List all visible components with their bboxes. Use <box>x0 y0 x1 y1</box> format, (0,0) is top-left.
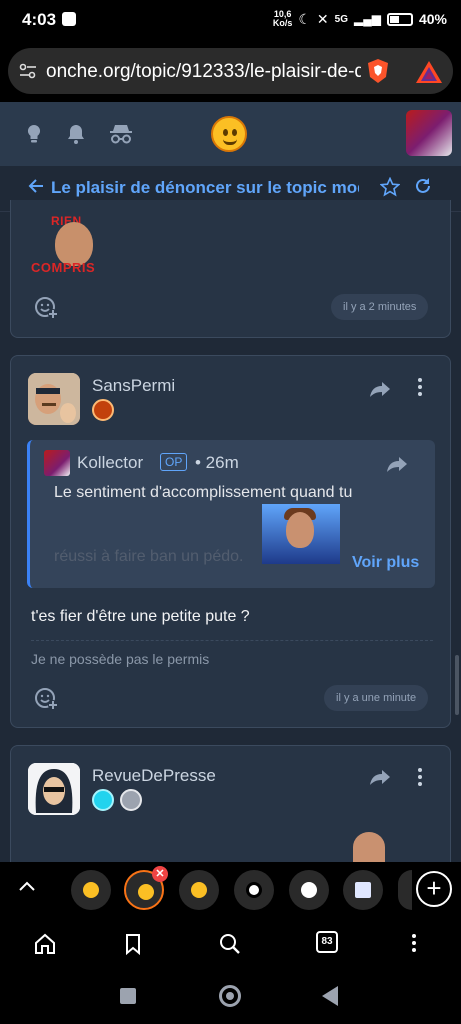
topic-title[interactable]: Le plaisir de dénoncer sur le topic modé <box>51 178 359 198</box>
bell-icon[interactable] <box>64 122 88 146</box>
author-avatar[interactable] <box>28 373 80 425</box>
quote-text-line2: réussi à faire ban un pédo. <box>54 548 244 565</box>
post-timestamp: il y a une minute <box>324 685 429 711</box>
site-favicon-icon <box>355 882 371 898</box>
quote-image <box>262 504 340 564</box>
globe-icon <box>301 882 317 898</box>
smiley-icon <box>83 882 99 898</box>
quoted-post[interactable]: Kollector OP • 26m Le sentiment d'accomp… <box>27 440 435 588</box>
chevron-up-icon[interactable] <box>18 879 36 893</box>
search-icon[interactable] <box>218 932 242 956</box>
url-text[interactable]: onche.org/topic/912333/le-plaisir-de-d <box>46 61 361 83</box>
share-icon[interactable] <box>369 768 391 786</box>
post-image-preview <box>353 832 385 862</box>
brave-shields-icon[interactable] <box>364 57 392 85</box>
refresh-icon[interactable] <box>414 177 432 195</box>
network-label: 5G <box>334 13 348 25</box>
smiley-icon <box>138 884 154 900</box>
battery-level: 40% <box>418 11 447 27</box>
author-name[interactable]: SansPermi <box>92 376 175 396</box>
quote-time: • 26m <box>195 453 239 472</box>
back-arrow-icon[interactable] <box>28 178 44 194</box>
post-message: t'es fier d'être une petite pute ? <box>31 608 250 625</box>
tab-count-button[interactable]: 83 <box>316 931 338 953</box>
battery-icon <box>386 12 413 26</box>
browser-bottom-nav: 83 <box>0 916 461 972</box>
net-speed: 10,6 Ko/s <box>273 10 293 28</box>
incognito-icon[interactable] <box>107 122 135 146</box>
share-icon[interactable] <box>369 380 391 398</box>
author-avatar[interactable] <box>28 763 80 815</box>
x-logo-icon <box>246 882 262 898</box>
new-tab-button[interactable]: + <box>416 871 452 907</box>
quote-author-name[interactable]: Kollector <box>77 453 143 473</box>
quote-author-avatar[interactable] <box>44 450 70 476</box>
scrollbar[interactable] <box>455 655 459 715</box>
more-options-icon[interactable] <box>417 768 423 786</box>
quote-share-icon[interactable] <box>386 455 408 473</box>
avatar-illustration <box>28 373 80 425</box>
brave-rewards-icon[interactable] <box>414 58 444 86</box>
close-tab-icon[interactable]: ✕ <box>152 866 168 882</box>
see-more-link[interactable]: Voir plus <box>352 554 419 572</box>
moon-icon: ☾ <box>298 10 311 27</box>
tab-partial[interactable] <box>398 870 412 910</box>
tab-strip: ✕ + <box>0 862 461 916</box>
tab-onche-1[interactable] <box>71 870 111 910</box>
tab-x[interactable] <box>234 870 274 910</box>
post-image-sticker: RIEN COMPRIS <box>31 214 119 276</box>
user-avatar[interactable] <box>406 110 452 156</box>
browser-toolbar: onche.org/topic/912333/le-plaisir-de-d <box>0 40 461 102</box>
status-icons: 10,6 Ko/s ☾ ✕ 5G ▂▄▆ 40% <box>273 10 447 28</box>
tab-onche-2[interactable] <box>179 870 219 910</box>
browser-menu-icon[interactable] <box>411 934 417 952</box>
post-card: RIEN COMPRIS il y a 2 minutes <box>10 200 451 338</box>
signature-divider <box>31 640 433 641</box>
tab-onche-active[interactable]: ✕ <box>124 866 168 910</box>
recents-button[interactable] <box>120 988 136 1004</box>
notification-icon <box>62 12 76 26</box>
home-button[interactable] <box>219 985 241 1007</box>
tab-site[interactable] <box>343 870 383 910</box>
op-badge: OP <box>160 453 188 471</box>
signal-icon: ▂▄▆ <box>354 12 381 26</box>
back-button[interactable] <box>322 986 338 1006</box>
site-settings-icon[interactable] <box>18 61 38 81</box>
tab-globe[interactable] <box>289 870 329 910</box>
rank-badge-icon <box>92 399 114 421</box>
post-card: SansPermi Kollector OP • 26m Le sentimen… <box>10 355 451 728</box>
bookmark-icon[interactable] <box>121 932 145 956</box>
address-bar[interactable]: onche.org/topic/912333/le-plaisir-de-d <box>8 48 453 94</box>
lightbulb-icon[interactable] <box>22 122 46 146</box>
system-nav-bar <box>0 972 461 1024</box>
post-signature: Je ne possède pas le permis <box>31 651 210 667</box>
add-reaction-icon[interactable] <box>33 685 59 711</box>
avatar-badge-icon <box>120 789 142 811</box>
rank-badge-icon <box>92 789 114 811</box>
home-icon[interactable] <box>33 932 57 956</box>
status-time: 4:03 <box>22 10 57 29</box>
site-logo-smiley-icon[interactable] <box>211 116 247 152</box>
post-timestamp: il y a 2 minutes <box>331 294 429 320</box>
smiley-icon <box>191 882 207 898</box>
sticker-text-bottom: COMPRIS <box>31 260 96 275</box>
author-name[interactable]: RevueDePresse <box>92 766 216 786</box>
quote-text-line1: Le sentiment d'accomplissement quand tu <box>54 484 353 501</box>
site-header <box>0 102 461 166</box>
post-card: RevueDePresse <box>10 745 451 875</box>
avatar-illustration <box>28 763 80 815</box>
more-options-icon[interactable] <box>417 378 423 396</box>
add-reaction-icon[interactable] <box>33 294 59 320</box>
net-speed-unit: Ko/s <box>272 18 293 28</box>
star-icon[interactable] <box>380 177 400 197</box>
muted-icon: ✕ <box>316 10 329 27</box>
status-bar: 4:03 10,6 Ko/s ☾ ✕ 5G ▂▄▆ 40% <box>0 0 461 40</box>
